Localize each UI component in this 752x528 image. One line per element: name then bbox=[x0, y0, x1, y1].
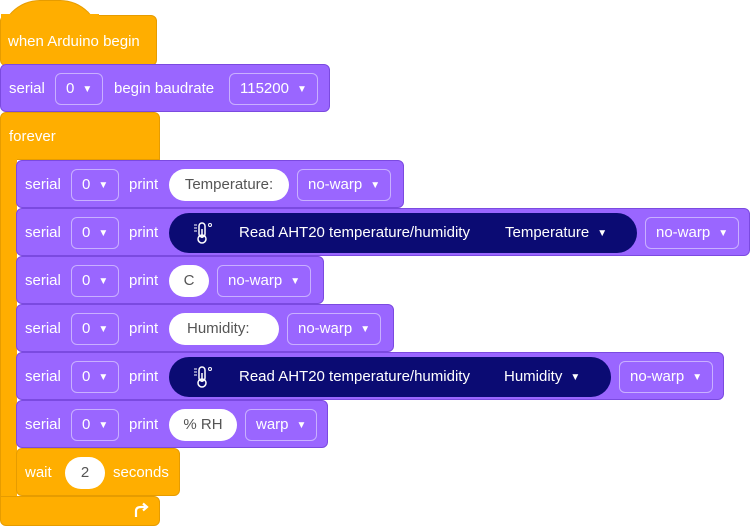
serial-print-block[interactable]: serial 0 ▼ print % RH warp ▼ bbox=[16, 400, 328, 448]
warp-mode-dropdown[interactable]: no-warp ▼ bbox=[645, 217, 740, 249]
serial-port-dropdown[interactable]: 0 ▼ bbox=[71, 313, 120, 345]
mode-value: no-warp bbox=[308, 176, 363, 193]
serial-label: serial bbox=[25, 320, 61, 337]
forever-block[interactable]: forever bbox=[0, 112, 160, 160]
baudrate-dropdown[interactable]: 115200 ▼ bbox=[229, 73, 318, 105]
serial-port-dropdown[interactable]: 0 ▼ bbox=[71, 169, 120, 201]
caret-down-icon: ▼ bbox=[692, 372, 703, 383]
serial-begin-block[interactable]: serial 0 ▼ begin baudrate 115200 ▼ bbox=[0, 64, 330, 112]
serial-print-block[interactable]: serial 0 ▼ print Read AHT20 temperature/h… bbox=[16, 352, 724, 400]
wait-block[interactable]: wait 2 seconds bbox=[16, 448, 180, 496]
serial-label: serial bbox=[25, 416, 61, 433]
baudrate-value: 115200 bbox=[240, 80, 289, 97]
print-text-input[interactable]: Humidity: bbox=[169, 313, 279, 345]
serial-port-dropdown[interactable]: 0 ▼ bbox=[71, 361, 120, 393]
serial-label: serial bbox=[25, 176, 61, 193]
print-text-input[interactable]: Temperature: bbox=[169, 169, 289, 201]
warp-mode-dropdown[interactable]: no-warp ▼ bbox=[297, 169, 392, 201]
serial-port-dropdown[interactable]: 0 ▼ bbox=[71, 409, 120, 441]
port-value: 0 bbox=[82, 416, 91, 433]
caret-down-icon: ▼ bbox=[370, 180, 381, 191]
caret-down-icon: ▼ bbox=[98, 324, 109, 335]
warp-mode-dropdown[interactable]: no-warp ▼ bbox=[217, 265, 312, 297]
sensor-label: Read AHT20 temperature/humidity bbox=[239, 224, 470, 241]
mode-value: no-warp bbox=[228, 272, 283, 289]
serial-port-dropdown[interactable]: 0 ▼ bbox=[55, 73, 104, 105]
begin-baudrate-label: begin baudrate bbox=[114, 80, 215, 97]
loop-arrow-icon bbox=[134, 502, 149, 517]
serial-label: serial bbox=[25, 224, 61, 241]
caret-down-icon: ▼ bbox=[98, 276, 109, 287]
serial-port-dropdown[interactable]: 0 ▼ bbox=[71, 217, 120, 249]
field-value: Humidity bbox=[504, 368, 563, 385]
serial-print-block[interactable]: serial 0 ▼ print Temperature: no-warp ▼ bbox=[16, 160, 404, 208]
caret-down-icon: ▼ bbox=[98, 420, 109, 431]
print-label: print bbox=[129, 320, 159, 337]
aht20-reporter-block[interactable]: Read AHT20 temperature/humidity Humidity… bbox=[169, 357, 611, 397]
port-value: 0 bbox=[82, 368, 91, 385]
caret-down-icon: ▼ bbox=[718, 228, 729, 239]
serial-print-block[interactable]: serial 0 ▼ print C no-warp ▼ bbox=[16, 256, 324, 304]
serial-print-block[interactable]: serial 0 ▼ print Read AHT20 temperature/h… bbox=[16, 208, 750, 256]
print-label: print bbox=[129, 176, 159, 193]
caret-down-icon: ▼ bbox=[98, 372, 109, 383]
mode-value: warp bbox=[256, 416, 289, 433]
sensor-field-dropdown[interactable]: Humidity ▼ bbox=[504, 357, 580, 398]
print-label: print bbox=[129, 368, 159, 385]
mode-value: no-warp bbox=[656, 224, 711, 241]
mode-value: no-warp bbox=[298, 320, 353, 337]
serial-label: serial bbox=[9, 80, 45, 97]
caret-down-icon: ▼ bbox=[296, 84, 307, 95]
sensor-field-dropdown[interactable]: Temperature ▼ bbox=[505, 213, 607, 254]
thermometer-icon bbox=[194, 366, 212, 388]
print-text-input[interactable]: % RH bbox=[169, 409, 237, 441]
warp-mode-dropdown[interactable]: warp ▼ bbox=[245, 409, 318, 441]
thermometer-icon bbox=[194, 222, 212, 244]
port-value: 0 bbox=[82, 272, 91, 289]
warp-mode-dropdown[interactable]: no-warp ▼ bbox=[619, 361, 714, 393]
serial-label: serial bbox=[25, 368, 61, 385]
hat-label: when Arduino begin bbox=[8, 33, 140, 50]
wait-label: wait bbox=[25, 464, 52, 481]
field-value: Temperature bbox=[505, 224, 590, 241]
print-label: print bbox=[129, 416, 159, 433]
serial-port-dropdown[interactable]: 0 ▼ bbox=[71, 265, 120, 297]
port-value: 0 bbox=[82, 224, 91, 241]
warp-mode-dropdown[interactable]: no-warp ▼ bbox=[287, 313, 382, 345]
port-value: 0 bbox=[82, 320, 91, 337]
print-label: print bbox=[129, 272, 159, 289]
mode-value: no-warp bbox=[630, 368, 685, 385]
aht20-reporter-block[interactable]: Read AHT20 temperature/humidity Temperat… bbox=[169, 213, 637, 253]
caret-down-icon: ▼ bbox=[597, 228, 608, 239]
caret-down-icon: ▼ bbox=[296, 420, 307, 431]
caret-down-icon: ▼ bbox=[290, 276, 301, 287]
serial-label: serial bbox=[25, 272, 61, 289]
print-text-input[interactable]: C bbox=[169, 265, 209, 297]
forever-block-arm bbox=[0, 150, 17, 510]
caret-down-icon: ▼ bbox=[570, 372, 581, 383]
serial-print-block[interactable]: serial 0 ▼ print Humidity: no-warp ▼ bbox=[16, 304, 394, 352]
print-label: print bbox=[129, 224, 159, 241]
caret-down-icon: ▼ bbox=[98, 228, 109, 239]
hat-block-join bbox=[1, 14, 99, 20]
caret-down-icon: ▼ bbox=[360, 324, 371, 335]
caret-down-icon: ▼ bbox=[82, 84, 93, 95]
sensor-label: Read AHT20 temperature/humidity bbox=[239, 368, 470, 385]
port-value: 0 bbox=[66, 80, 75, 97]
caret-down-icon: ▼ bbox=[98, 180, 109, 191]
seconds-label: seconds bbox=[113, 464, 169, 481]
wait-seconds-input[interactable]: 2 bbox=[65, 457, 105, 489]
port-value: 0 bbox=[82, 176, 91, 193]
